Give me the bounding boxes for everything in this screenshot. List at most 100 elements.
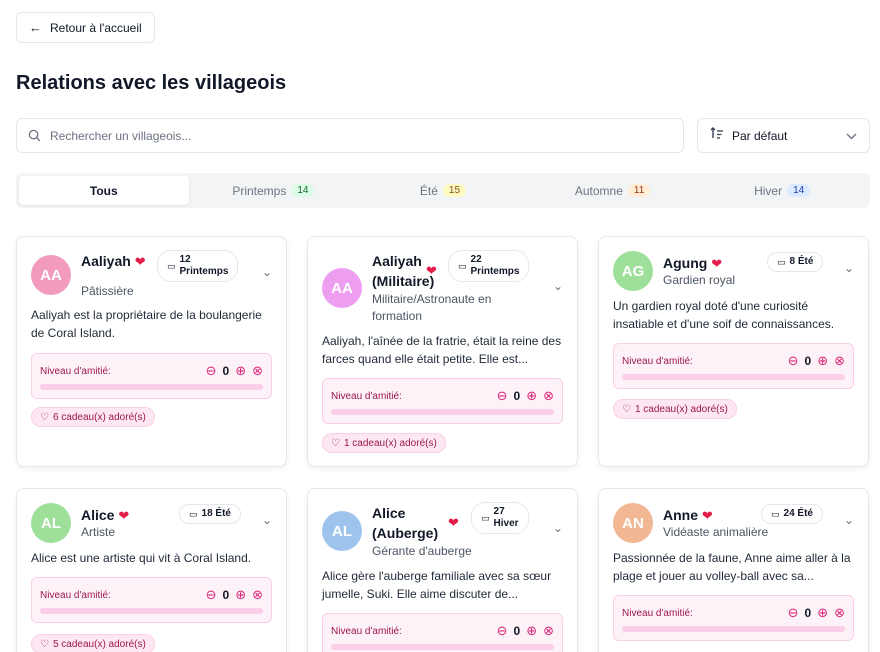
friendship-panel: Niveau d'amitié: ⊖ 0 ⊕ ⊗ <box>31 353 272 399</box>
heart-outline-icon: ♡ <box>622 403 631 415</box>
friendship-panel: Niveau d'amitié: ⊖ 0 ⊕ ⊗ <box>322 613 563 652</box>
friendship-progress-bar <box>622 374 845 380</box>
heart-icon: ❤ <box>711 256 723 271</box>
villager-role: Pâtissière <box>81 284 134 298</box>
villager-description: Un gardien royal doté d'une curiosité in… <box>613 299 835 331</box>
tab-spring[interactable]: Printemps 14 <box>189 176 359 205</box>
expand-chevron-icon[interactable]: ⌄ <box>553 279 563 293</box>
reset-friendship-button[interactable]: ⊗ <box>252 587 263 603</box>
friendship-label: Niveau d'amitié: <box>40 590 111 601</box>
loved-gifts-badge[interactable]: ♡ 6 cadeau(x) adoré(s) <box>31 407 155 427</box>
villager-name: Agung ❤ <box>663 255 723 271</box>
loved-gifts-badge[interactable]: ♡ 1 cadeau(x) adoré(s) <box>322 433 446 453</box>
sort-icon <box>710 126 724 145</box>
villager-description: Aaliyah, l'aînée de la fratrie, était la… <box>322 334 562 366</box>
villager-card[interactable]: AA Aaliyah (Militaire) ❤ Militaire/Astro… <box>307 236 578 467</box>
heart-icon: ❤ <box>134 254 146 269</box>
increase-friendship-button[interactable]: ⊕ <box>235 587 246 603</box>
sort-select[interactable]: Par défaut <box>697 118 870 153</box>
tab-summer[interactable]: Été 15 <box>358 176 528 205</box>
expand-chevron-icon[interactable]: ⌄ <box>844 513 854 527</box>
expand-chevron-icon[interactable]: ⌄ <box>262 265 272 279</box>
tab-label: Automne <box>574 183 623 198</box>
expand-chevron-icon[interactable]: ⌄ <box>262 513 272 527</box>
arrow-left-icon: ← <box>29 20 42 35</box>
villager-role: Artiste <box>81 525 116 539</box>
villager-role: Vidéaste animalière <box>663 525 769 539</box>
tab-autumn[interactable]: Automne 11 <box>528 176 698 205</box>
heart-icon: ❤ <box>118 508 130 523</box>
villager-card[interactable]: AA Aaliyah ❤ Pâtissière ▭ 12 Printemps ⌄ … <box>16 236 287 467</box>
friendship-panel: Niveau d'amitié: ⊖ 0 ⊕ ⊗ <box>613 595 854 641</box>
birthday-badge: ▭ 24 Été <box>761 504 823 524</box>
search-icon <box>28 129 41 142</box>
villager-role: Gardien royal <box>663 273 736 287</box>
villager-role: Gérante d'auberge <box>372 544 472 558</box>
avatar: AN <box>613 503 653 543</box>
tab-label: Hiver <box>754 183 783 198</box>
villager-card[interactable]: AL Alice ❤ Artiste ▭ 18 Été ⌄ Alice est … <box>16 488 287 652</box>
villager-description: Alice gère l'auberge familiale avec sa s… <box>322 569 552 601</box>
loved-gifts-badge[interactable]: ♡ 5 cadeau(x) adoré(s) <box>31 634 155 652</box>
villager-card[interactable]: AN Anne ❤ Vidéaste animalière ▭ 24 Été ⌄… <box>598 488 869 652</box>
birthday-badge: ▭ 8 Été <box>767 252 824 272</box>
increase-friendship-button[interactable]: ⊕ <box>235 363 246 379</box>
calendar-icon: ▭ <box>777 257 786 267</box>
friendship-level: 0 <box>222 364 230 378</box>
reset-friendship-button[interactable]: ⊗ <box>543 388 554 404</box>
friendship-level: 0 <box>513 389 521 403</box>
friendship-level: 0 <box>513 624 521 638</box>
count-badge: 14 <box>291 184 315 197</box>
reset-friendship-button[interactable]: ⊗ <box>252 363 263 379</box>
search-input[interactable]: Rechercher un villageois... <box>16 118 684 153</box>
villager-name: Alice (Auberge) <box>372 505 439 541</box>
sort-label: Par défaut <box>732 128 788 143</box>
increase-friendship-button[interactable]: ⊕ <box>817 605 828 621</box>
birthday-badge: ▭ 27 Hiver <box>471 502 529 534</box>
avatar: AA <box>31 255 71 295</box>
villager-card[interactable]: AL Alice (Auberge) ❤ Gérante d'auberge ▭… <box>307 488 578 652</box>
heart-outline-icon: ♡ <box>40 411 49 423</box>
loved-gifts-badge[interactable]: ♡ 1 cadeau(x) adoré(s) <box>613 399 737 419</box>
expand-chevron-icon[interactable]: ⌄ <box>553 521 563 535</box>
friendship-label: Niveau d'amitié: <box>40 366 111 377</box>
calendar-icon: ▭ <box>481 513 490 523</box>
tab-all[interactable]: Tous <box>19 176 189 205</box>
decrease-friendship-button[interactable]: ⊖ <box>788 605 799 621</box>
decrease-friendship-button[interactable]: ⊖ <box>206 587 217 603</box>
heart-outline-icon: ♡ <box>40 638 49 650</box>
tab-label: Printemps <box>232 183 287 198</box>
decrease-friendship-button[interactable]: ⊖ <box>497 623 508 639</box>
count-badge: 15 <box>442 184 467 197</box>
friendship-level: 0 <box>804 354 812 368</box>
count-badge: 14 <box>787 184 811 197</box>
reset-friendship-button[interactable]: ⊗ <box>834 605 845 621</box>
decrease-friendship-button[interactable]: ⊖ <box>788 353 799 369</box>
reset-friendship-button[interactable]: ⊗ <box>834 353 845 369</box>
villager-description: Alice est une artiste qui vit à Coral Is… <box>31 551 252 565</box>
decrease-friendship-button[interactable]: ⊖ <box>206 363 217 379</box>
villager-name: Anne ❤ <box>663 507 713 523</box>
villager-description: Passionnée de la faune, Anne aime aller … <box>613 551 851 583</box>
avatar: AL <box>322 511 362 551</box>
heart-icon: ❤ <box>701 508 713 523</box>
friendship-progress-bar <box>331 644 554 650</box>
page-title: Relations avec les villageois <box>16 72 287 94</box>
friendship-level: 0 <box>222 588 230 602</box>
increase-friendship-button[interactable]: ⊕ <box>526 623 537 639</box>
villager-card[interactable]: AG Agung ❤ Gardien royal ▭ 8 Été ⌄ Un ga… <box>598 236 869 467</box>
chevron-down-icon <box>846 127 857 145</box>
friendship-panel: Niveau d'amitié: ⊖ 0 ⊕ ⊗ <box>613 343 854 389</box>
birthday-badge: ▭ 18 Été <box>179 504 241 524</box>
villager-role: Militaire/Astronaute en formation <box>372 292 492 323</box>
tab-label: Tous <box>89 183 118 198</box>
decrease-friendship-button[interactable]: ⊖ <box>497 388 508 404</box>
reset-friendship-button[interactable]: ⊗ <box>543 623 554 639</box>
tab-winter[interactable]: Hiver 14 <box>697 176 867 205</box>
back-button[interactable]: ← Retour à l'accueil <box>16 12 155 43</box>
birthday-badge: ▭ 12 Printemps <box>157 250 239 282</box>
increase-friendship-button[interactable]: ⊕ <box>817 353 828 369</box>
birthday-badge: ▭ 22 Printemps <box>448 250 530 282</box>
increase-friendship-button[interactable]: ⊕ <box>526 388 537 404</box>
expand-chevron-icon[interactable]: ⌄ <box>844 261 854 275</box>
